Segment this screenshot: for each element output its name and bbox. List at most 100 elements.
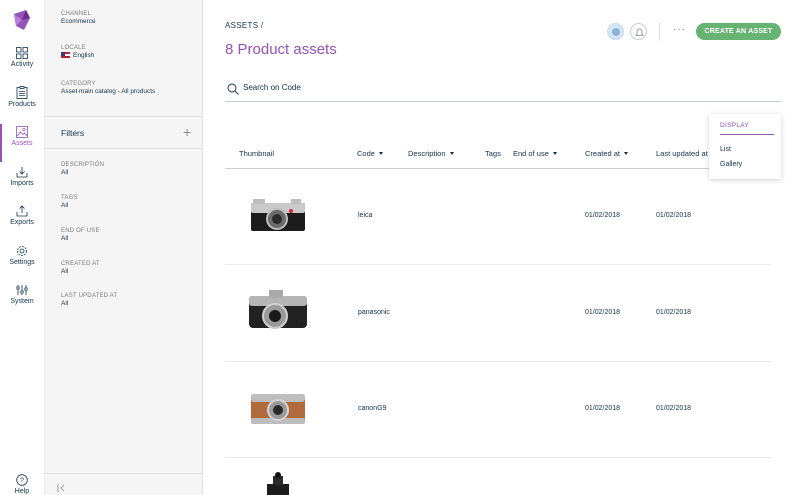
- nav-item-exports[interactable]: Exports: [0, 205, 44, 243]
- sliders-icon: [16, 285, 28, 295]
- filter-label: CREATED AT: [61, 261, 100, 267]
- cell-last-updated-at: 01/02/2018: [656, 309, 692, 316]
- filter-value: All: [61, 235, 69, 242]
- bell-icon: [635, 28, 644, 36]
- display-option-list[interactable]: List: [720, 146, 731, 153]
- more-options-button[interactable]: ···: [673, 24, 686, 35]
- sort-caret-icon: [552, 152, 557, 155]
- filters-title: Filters: [61, 128, 85, 138]
- sort-caret-icon: [624, 152, 629, 155]
- nav-item-assets[interactable]: Assets: [0, 124, 44, 164]
- locale-label: LOCALE: [61, 45, 86, 51]
- nav-item-activity[interactable]: Activity: [0, 47, 44, 85]
- help-icon: ?: [16, 474, 28, 486]
- category-value: Asset main catalog - All products: [61, 88, 156, 95]
- akeneo-logo-icon[interactable]: [12, 10, 32, 32]
- camera-thumbnail: [267, 472, 289, 495]
- export-icon: [16, 205, 28, 217]
- category-switcher[interactable]: CATEGORY Asset main catalog - All produc…: [61, 81, 155, 95]
- filter-label: TAGS: [61, 195, 78, 201]
- nav-item-help[interactable]: ? Help: [0, 474, 44, 495]
- search-bar: [225, 80, 781, 102]
- locale-switcher[interactable]: LOCALE English: [61, 45, 94, 59]
- nav-label: Products: [8, 101, 36, 108]
- filter-tags[interactable]: TAGS All: [61, 195, 78, 209]
- category-label: CATEGORY: [61, 81, 96, 87]
- clipboard-icon: [16, 86, 28, 99]
- column-header-code[interactable]: Code: [357, 149, 383, 158]
- context-panel: CHANNEL Ecommerce LOCALE English CATEGOR…: [45, 0, 203, 495]
- cell-code: leica: [358, 212, 373, 219]
- svg-text:?: ?: [20, 478, 24, 485]
- sort-caret-icon: [378, 152, 383, 155]
- column-header-thumbnail: Thumbnail: [239, 149, 275, 158]
- column-header-created-at[interactable]: Created at: [585, 149, 629, 158]
- us-flag-icon: [61, 52, 70, 58]
- filter-value: All: [61, 268, 69, 275]
- nav-item-system[interactable]: System: [0, 284, 44, 322]
- image-icon: [16, 126, 28, 138]
- column-header-tags: Tags: [485, 149, 501, 158]
- canong9-thumbnail: [251, 394, 305, 424]
- leica-thumbnail: [251, 199, 305, 231]
- nav-label: System: [10, 298, 34, 305]
- display-option-gallery[interactable]: Gallery: [720, 161, 742, 168]
- filter-description[interactable]: DESCRIPTION All: [61, 162, 104, 176]
- divider: [45, 116, 203, 117]
- cell-code: panasonic: [358, 309, 390, 316]
- divider: [659, 22, 660, 41]
- filter-value: All: [61, 300, 69, 307]
- cell-created-at: 01/02/2018: [585, 309, 621, 316]
- page-title: 8 Product assets: [225, 41, 337, 58]
- filter-end-of-use[interactable]: END OF USE All: [61, 228, 100, 242]
- cell-code: canonG9: [358, 405, 387, 412]
- divider: [45, 473, 203, 474]
- table-row[interactable]: canonG9 01/02/2018 01/02/2018: [225, 362, 771, 458]
- main-navigation: Activity Products Assets Imports Exports…: [0, 0, 45, 495]
- filter-label: END OF USE: [61, 228, 100, 234]
- notifications-button[interactable]: [630, 23, 647, 40]
- nav-item-imports[interactable]: Imports: [0, 166, 44, 204]
- grid-icon: [16, 47, 28, 59]
- channel-switcher[interactable]: CHANNEL Ecommerce: [61, 11, 96, 25]
- cell-created-at: 01/02/2018: [585, 212, 621, 219]
- divider: [720, 134, 774, 135]
- search-input[interactable]: [243, 83, 743, 92]
- nav-item-products[interactable]: Products: [0, 86, 44, 124]
- nav-label: Exports: [10, 219, 34, 226]
- collapse-panel-icon[interactable]: [57, 484, 66, 492]
- nav-label: Help: [14, 488, 30, 495]
- channel-value: Ecommerce: [61, 18, 96, 25]
- locale-value: English: [73, 52, 95, 59]
- import-icon: [16, 167, 28, 178]
- column-header-description[interactable]: Description: [408, 149, 454, 158]
- column-header-last-updated-at[interactable]: Last updated at: [656, 149, 708, 158]
- display-dropdown: DISPLAY List Gallery: [709, 114, 781, 179]
- filter-value: All: [61, 202, 69, 209]
- breadcrumb[interactable]: ASSETS /: [225, 21, 263, 30]
- panasonic-thumbnail: [249, 290, 307, 329]
- nav-label: Settings: [9, 259, 35, 266]
- table-row[interactable]: leica 01/02/2018 01/02/2018: [225, 169, 771, 265]
- filter-created-at[interactable]: CREATED AT All: [61, 261, 100, 275]
- column-header-end-of-use[interactable]: End of use: [513, 149, 557, 158]
- main-content: ASSETS / 8 Product assets ··· CREATE AN …: [203, 0, 800, 495]
- nav-label: Imports: [10, 180, 34, 187]
- search-icon: [227, 83, 239, 95]
- filter-last-updated-at[interactable]: LAST UPDATED AT All: [61, 293, 117, 307]
- nav-item-settings[interactable]: Settings: [0, 245, 44, 283]
- filter-label: LAST UPDATED AT: [61, 293, 118, 299]
- filter-value: All: [61, 169, 69, 176]
- channel-label: CHANNEL: [61, 11, 92, 17]
- sort-caret-icon: [449, 152, 454, 155]
- gear-icon: [17, 246, 27, 256]
- cell-last-updated-at: 01/02/2018: [656, 405, 692, 412]
- divider: [45, 148, 203, 149]
- create-asset-button[interactable]: CREATE AN ASSET: [696, 23, 781, 40]
- cell-created-at: 01/02/2018: [585, 405, 621, 412]
- table-row[interactable]: panasonic 01/02/2018 01/02/2018: [225, 266, 771, 362]
- table-row[interactable]: [225, 458, 771, 495]
- filter-label: DESCRIPTION: [61, 162, 105, 168]
- add-filter-button[interactable]: +: [183, 124, 191, 140]
- user-avatar[interactable]: [607, 23, 624, 40]
